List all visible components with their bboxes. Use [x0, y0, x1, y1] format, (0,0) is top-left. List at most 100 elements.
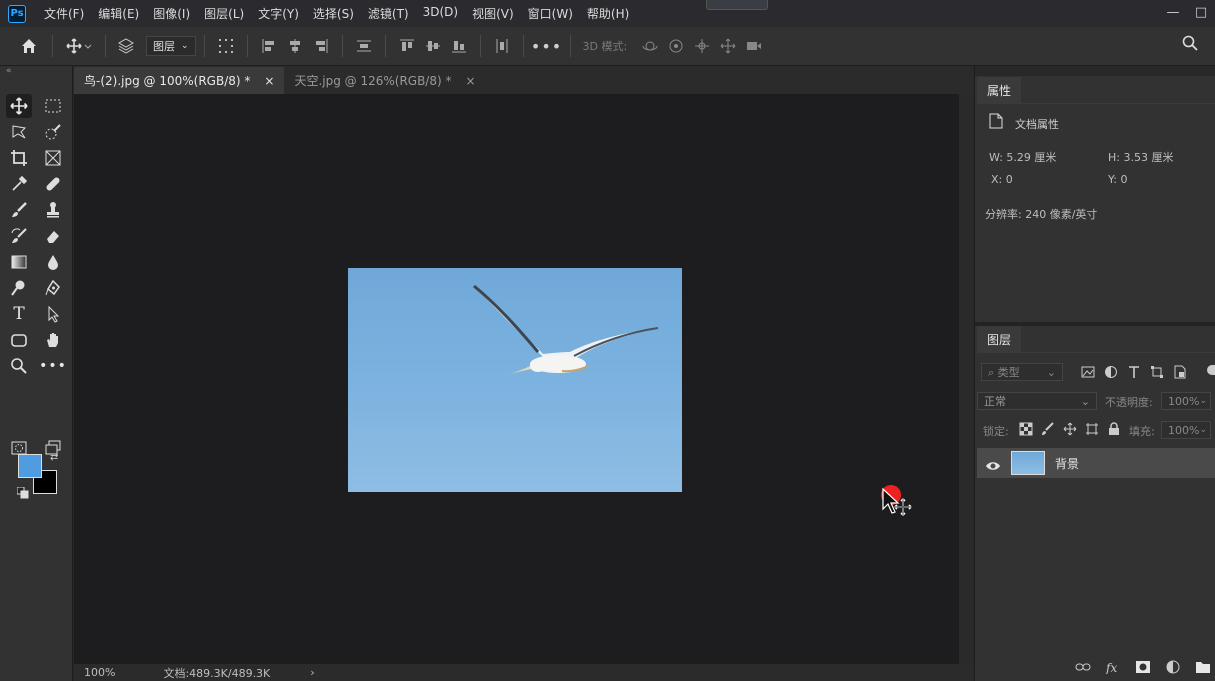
more-options-icon[interactable]: ••• — [531, 37, 562, 56]
default-colors-icon[interactable] — [16, 484, 29, 503]
eraser-tool-icon[interactable] — [40, 224, 66, 248]
align-left-icon[interactable] — [256, 38, 282, 54]
menu-window[interactable]: 窗口(W) — [528, 5, 573, 22]
collapse-toolbar-icon[interactable]: « — [6, 66, 12, 76]
clone-stamp-tool-icon[interactable] — [40, 198, 66, 222]
search-icon[interactable] — [1179, 35, 1201, 51]
align-bottom-icon[interactable] — [446, 38, 472, 54]
hand-tool-icon[interactable] — [40, 328, 66, 352]
crop-tool-icon[interactable] — [6, 146, 32, 170]
marquee-tool-icon[interactable] — [40, 94, 66, 118]
adjustment-filter-icon[interactable] — [1104, 365, 1118, 379]
pen-tool-icon[interactable] — [40, 276, 66, 300]
lock-all-icon[interactable] — [1107, 422, 1121, 436]
home-icon[interactable] — [14, 37, 44, 55]
tab-sky[interactable]: 天空.jpg @ 126%(RGB/8) * × — [284, 67, 485, 94]
new-adjustment-layer-icon[interactable] — [1165, 660, 1181, 674]
blur-tool-icon[interactable] — [40, 250, 66, 274]
lock-pixels-icon[interactable] — [1041, 422, 1055, 436]
layer-name[interactable]: 背景 — [1055, 455, 1079, 472]
frame-tool-icon[interactable] — [40, 146, 66, 170]
eye-icon[interactable] — [985, 457, 1001, 476]
eyedropper-tool-icon[interactable] — [6, 172, 32, 196]
maximize-icon[interactable]: □ — [1187, 0, 1215, 24]
3d-orbit-icon[interactable] — [637, 38, 663, 54]
zoom-tool-icon[interactable] — [6, 354, 32, 378]
menu-filter[interactable]: 滤镜(T) — [368, 5, 409, 22]
menu-help[interactable]: 帮助(H) — [587, 5, 629, 22]
align-right-icon[interactable] — [308, 38, 334, 54]
opacity-field[interactable]: 100% ⌄ — [1161, 392, 1211, 410]
new-group-icon[interactable] — [1195, 660, 1211, 674]
tab-properties[interactable]: 属性 — [977, 77, 1022, 103]
width-value: W: 5.29 厘米 — [989, 151, 1057, 164]
lock-position-icon[interactable] — [1063, 422, 1077, 436]
document-image[interactable] — [348, 268, 682, 492]
zoom-level[interactable]: 100% — [84, 666, 115, 679]
menu-type[interactable]: 文字(Y) — [258, 5, 299, 22]
dodge-tool-icon[interactable] — [6, 276, 32, 300]
healing-brush-tool-icon[interactable] — [40, 172, 66, 196]
type-filter-icon[interactable] — [1127, 365, 1141, 379]
tab-layers[interactable]: 图层 — [977, 326, 1022, 352]
layer-row-background[interactable]: 背景 — [977, 448, 1215, 478]
align-top-icon[interactable] — [394, 38, 420, 54]
y-value: Y: 0 — [1108, 173, 1128, 186]
menu-view[interactable]: 视图(V) — [472, 5, 514, 22]
filter-toggle[interactable] — [1207, 365, 1215, 375]
lasso-tool-icon[interactable] — [6, 120, 32, 144]
move-tool-preset-icon[interactable] — [61, 38, 97, 54]
align-center-h-icon[interactable] — [282, 38, 308, 54]
menu-3d[interactable]: 3D(D) — [423, 5, 458, 22]
distribute-vertical-icon[interactable] — [489, 38, 515, 54]
3d-pan-icon[interactable] — [689, 38, 715, 54]
type-tool-icon[interactable]: T — [6, 302, 32, 326]
layer-filter-icons — [1081, 365, 1187, 379]
menu-file[interactable]: 文件(F) — [44, 5, 84, 22]
photoshop-window: Ps 文件(F) 编辑(E) 图像(I) 图层(L) 文字(Y) 选择(S) 滤… — [0, 0, 1215, 681]
menu-layer[interactable]: 图层(L) — [204, 5, 244, 22]
foreground-color-swatch[interactable] — [18, 454, 42, 478]
layer-filter-dropdown[interactable]: ⌕ 类型 ⌄ — [981, 363, 1063, 381]
lock-artboard-icon[interactable] — [1085, 422, 1099, 436]
link-layers-icon[interactable] — [1075, 660, 1091, 674]
history-brush-tool-icon[interactable] — [6, 224, 32, 248]
menu-image[interactable]: 图像(I) — [153, 5, 190, 22]
close-icon[interactable]: × — [465, 74, 475, 88]
smart-object-filter-icon[interactable] — [1173, 365, 1187, 379]
chevron-down-icon: ⌄ — [1080, 394, 1090, 408]
blend-mode-dropdown[interactable]: 正常 ⌄ — [977, 392, 1097, 410]
pixel-filter-icon[interactable] — [1081, 365, 1095, 379]
tab-bird[interactable]: 鸟-(2).jpg @ 100%(RGB/8) * × — [74, 67, 285, 94]
3d-roll-icon[interactable] — [663, 38, 689, 54]
rectangle-tool-icon[interactable] — [6, 328, 32, 352]
menu-select[interactable]: 选择(S) — [313, 5, 354, 22]
brush-tool-icon[interactable] — [6, 198, 32, 222]
path-selection-tool-icon[interactable] — [40, 302, 66, 326]
minimize-icon[interactable]: — — [1159, 0, 1187, 24]
close-icon[interactable]: × — [264, 74, 274, 88]
vertical-scrollbar[interactable] — [959, 94, 973, 664]
transform-controls-icon[interactable] — [213, 38, 239, 54]
3d-slide-icon[interactable] — [715, 38, 741, 54]
menu-edit[interactable]: 编辑(E) — [98, 5, 139, 22]
opacity-value: 100% — [1168, 394, 1200, 408]
align-middle-v-icon[interactable] — [420, 38, 446, 54]
shape-filter-icon[interactable] — [1150, 365, 1164, 379]
edit-toolbar-icon[interactable]: ••• — [39, 354, 66, 378]
quick-select-tool-icon[interactable] — [40, 120, 66, 144]
canvas-workspace[interactable] — [74, 94, 959, 664]
status-menu-icon[interactable]: › — [310, 666, 314, 679]
move-tool-icon[interactable] — [6, 94, 32, 118]
add-mask-icon[interactable] — [1135, 660, 1151, 674]
auto-select-layers-icon[interactable] — [114, 38, 138, 54]
auto-select-dropdown[interactable]: 图层 ⌄ — [146, 36, 196, 56]
layer-style-icon[interactable]: fx — [1105, 660, 1121, 674]
x-value: X: 0 — [991, 173, 1013, 186]
fill-field[interactable]: 100% ⌄ — [1161, 421, 1211, 439]
gradient-tool-icon[interactable] — [6, 250, 32, 274]
screen-mode-icon[interactable] — [40, 436, 66, 460]
lock-transparent-icon[interactable] — [1019, 422, 1033, 436]
3d-camera-icon[interactable] — [741, 38, 767, 54]
distribute-icon[interactable] — [351, 38, 377, 54]
